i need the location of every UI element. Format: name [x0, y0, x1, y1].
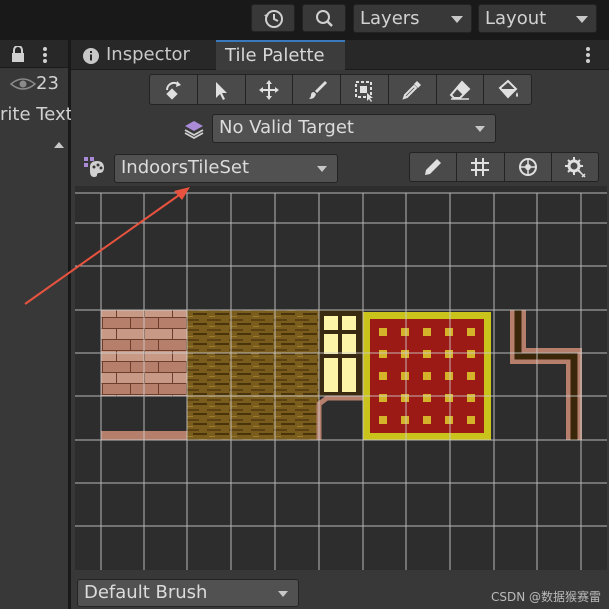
box-fill-icon [355, 80, 374, 102]
edit-palette-button[interactable] [410, 153, 458, 181]
paintbrush-icon [308, 80, 327, 99]
hierarchy-item-label[interactable]: rite Text [0, 104, 73, 125]
toggle-grid-button[interactable] [457, 153, 505, 181]
paint-tool-button[interactable] [293, 75, 341, 104]
select-rotate-icon [166, 80, 182, 100]
eye-icon[interactable] [10, 76, 36, 92]
chevron-down-icon [317, 166, 327, 172]
erase-tool-button[interactable] [437, 75, 485, 104]
palette-edit-tools [409, 152, 599, 182]
search-button[interactable] [302, 4, 346, 32]
fill-tool-button[interactable] [484, 75, 531, 104]
layout-dropdown-label: Layout [485, 8, 547, 29]
move-tool-button[interactable] [246, 75, 294, 104]
hierarchy-panel [0, 40, 68, 609]
tile-wall-trim[interactable] [510, 310, 582, 440]
gear-icon [564, 157, 586, 178]
gizmo-icon [518, 158, 537, 176]
picker-tool-button[interactable] [389, 75, 437, 104]
brush-dropdown-label: Default Brush [84, 582, 208, 603]
palette-tool-strip [149, 74, 532, 105]
info-icon [83, 48, 99, 64]
kebab-menu-icon[interactable] [40, 46, 50, 64]
pencil-icon [425, 159, 442, 175]
watermark: CSDN @数据猴赛雷 [490, 590, 601, 604]
active-target-dropdown[interactable]: No Valid Target [212, 114, 496, 143]
box-fill-tool-button[interactable] [341, 75, 389, 104]
tile-canvas[interactable] [75, 186, 607, 570]
chevron-down-icon [451, 16, 463, 23]
search-icon [316, 10, 333, 27]
tab-tile-palette[interactable]: Tile Palette [216, 40, 345, 70]
palette-dropdown-label: IndoorsTileSet [121, 157, 250, 178]
move-arrows-icon [258, 79, 279, 100]
grid-icon [471, 158, 490, 176]
gizmos-button[interactable] [505, 153, 552, 181]
tab-inspector[interactable]: Inspector [78, 40, 210, 70]
eraser-icon [449, 80, 471, 100]
chevron-down-icon [475, 126, 485, 132]
select-tool-button[interactable] [150, 75, 198, 104]
tile-window[interactable] [316, 310, 363, 440]
pointer-tool-button[interactable] [198, 75, 246, 104]
tile-red-carpet[interactable] [363, 312, 491, 440]
kebab-menu-icon[interactable] [583, 46, 593, 64]
pointer-arrow-icon [216, 81, 228, 100]
history-icon [264, 10, 283, 28]
brush-dropdown[interactable]: Default Brush [77, 579, 299, 607]
lock-icon[interactable] [10, 46, 26, 64]
eyedropper-icon [402, 80, 422, 100]
palette-icon [84, 157, 104, 177]
history-button[interactable] [251, 4, 295, 32]
layers-dropdown[interactable]: Layers [353, 4, 472, 33]
tab-tile-palette-label: Tile Palette [225, 45, 325, 66]
scroll-up-icon[interactable] [53, 140, 65, 150]
hierarchy-header [0, 40, 68, 68]
chevron-down-icon [278, 591, 288, 597]
palette-dropdown[interactable]: IndoorsTileSet [114, 154, 338, 183]
brush-settings-button[interactable] [552, 153, 598, 181]
tile-wood-floor[interactable] [187, 310, 319, 440]
visibility-count: 23 [36, 73, 59, 94]
paint-bucket-icon [498, 79, 518, 98]
chevron-down-icon [576, 16, 588, 23]
layers-dropdown-label: Layers [360, 8, 420, 29]
tab-inspector-label: Inspector [106, 44, 190, 65]
tile-palette-grid[interactable] [75, 186, 607, 570]
active-target-label: No Valid Target [219, 117, 354, 138]
layout-dropdown[interactable]: Layout [478, 4, 597, 33]
layers-stack-icon [184, 121, 204, 140]
